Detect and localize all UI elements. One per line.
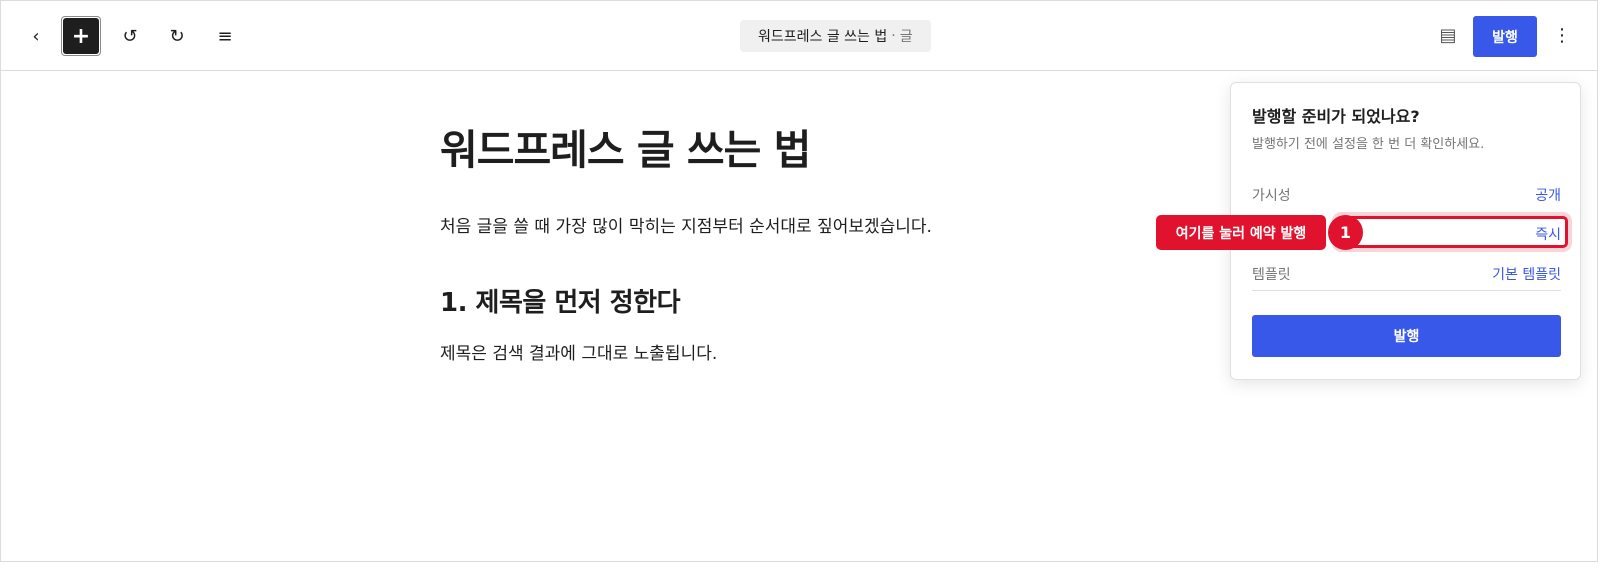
list-view-icon[interactable]: ≡ xyxy=(207,18,243,54)
paragraph-block[interactable]: 제목은 검색 결과에 그대로 노출됩니다. xyxy=(440,339,717,364)
document-title-bar[interactable]: 워드프레스 글 쓰는 법 · 글 xyxy=(740,20,931,52)
annotation-highlight-box xyxy=(1336,216,1568,248)
heading-block[interactable]: 1. 제목을 먼저 정한다 xyxy=(440,282,680,319)
add-block-button[interactable]: + xyxy=(63,18,99,54)
editor-toolbar: ‹ + ↺ ↻ ≡ 워드프레스 글 쓰는 법 · 글 ▤ 발행 ⋮ xyxy=(0,0,1598,71)
document-type: 글 xyxy=(899,29,913,45)
template-label: 템플릿 xyxy=(1252,267,1291,283)
panel-title: 발행할 준비가 되었나요? xyxy=(1252,107,1420,126)
panel-subtitle: 발행하기 전에 설정을 한 번 더 확인하세요. xyxy=(1252,137,1485,152)
visibility-row: 가시성 공개 xyxy=(1252,179,1561,209)
template-row: 템플릿 기본 템플릿 xyxy=(1252,258,1561,291)
redo-icon[interactable]: ↻ xyxy=(159,18,195,54)
back-icon[interactable]: ‹ xyxy=(18,18,54,54)
visibility-value-link[interactable]: 공개 xyxy=(1535,185,1561,205)
settings-panel-icon[interactable]: ▤ xyxy=(1436,22,1460,48)
document-title-separator: · xyxy=(891,28,896,44)
panel-publish-button[interactable]: 발행 xyxy=(1252,315,1561,357)
visibility-label: 가시성 xyxy=(1252,188,1291,204)
undo-icon[interactable]: ↺ xyxy=(112,18,148,54)
paragraph-block[interactable]: 처음 글을 쓸 때 가장 많이 막히는 지점부터 순서대로 짚어보겠습니다. xyxy=(440,212,932,237)
annotation-step-badge: 1 xyxy=(1328,215,1363,250)
post-title[interactable]: 워드프레스 글 쓰는 법 xyxy=(440,116,811,176)
annotation-callout: 여기를 눌러 예약 발행 xyxy=(1156,215,1326,250)
document-title: 워드프레스 글 쓰는 법 xyxy=(758,29,888,45)
publish-button[interactable]: 발행 xyxy=(1473,16,1537,57)
template-value-link[interactable]: 기본 템플릿 xyxy=(1492,264,1561,284)
more-options-icon[interactable]: ⋮ xyxy=(1552,22,1572,48)
